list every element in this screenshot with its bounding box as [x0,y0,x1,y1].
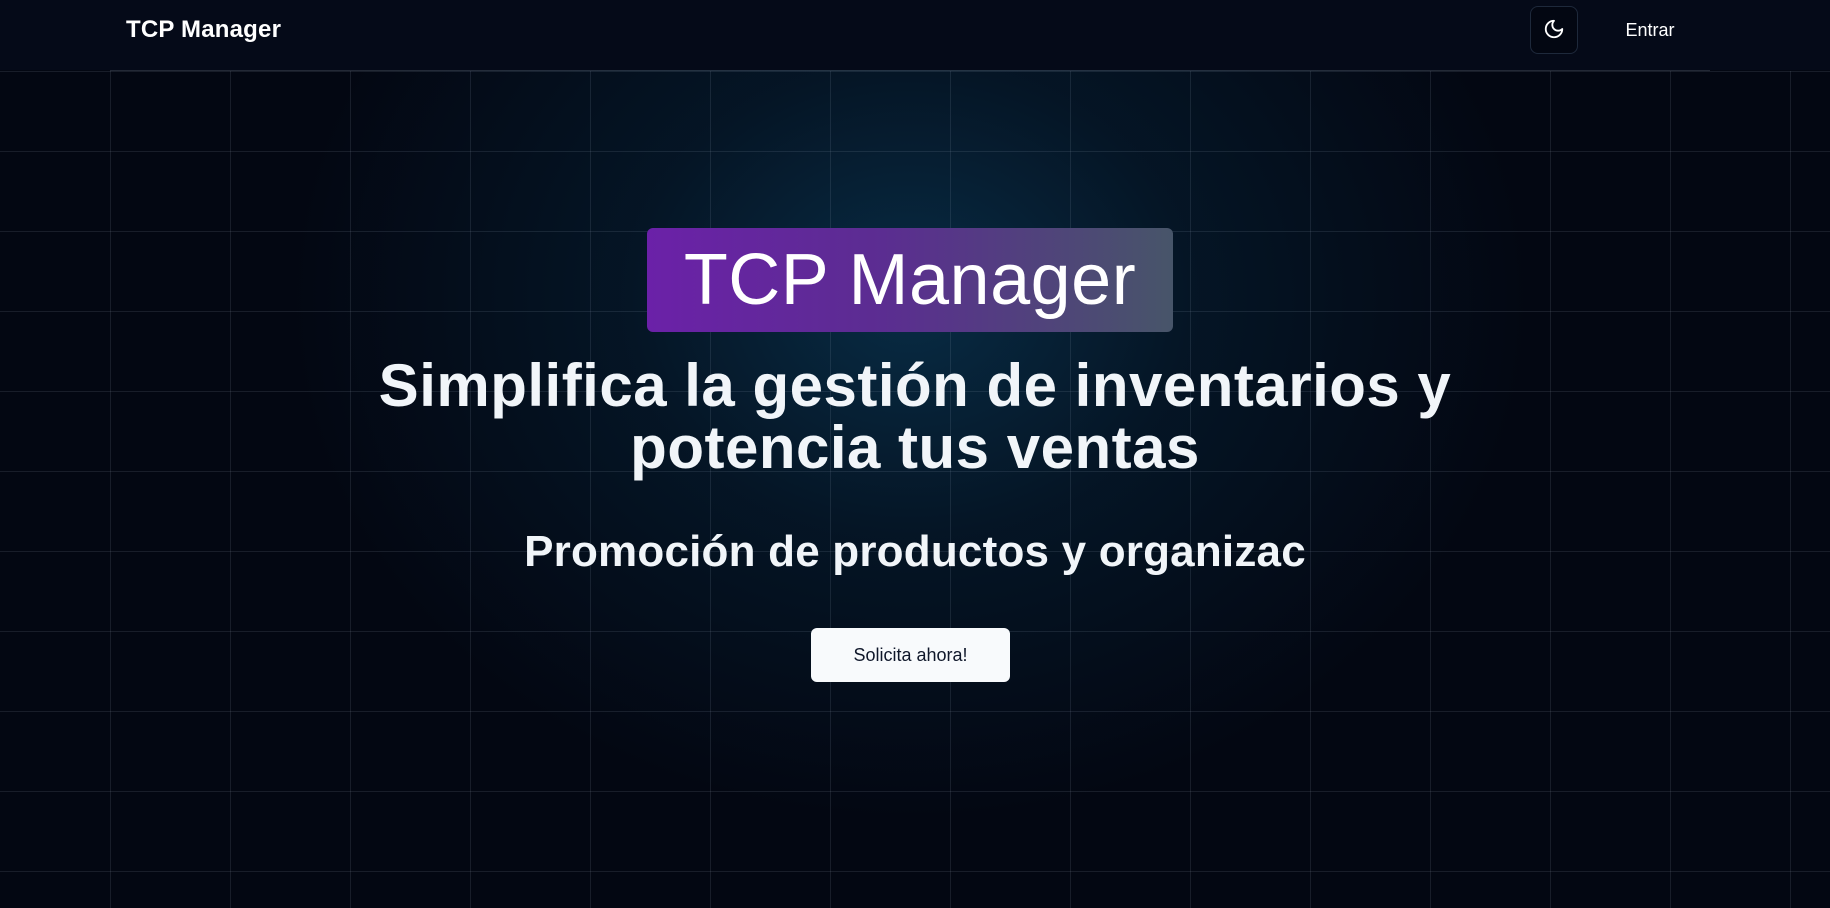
moon-icon [1543,18,1565,43]
top-navbar: TCP Manager Entrar [0,0,1830,70]
brand-logo-text[interactable]: TCP Manager [126,16,281,44]
header-divider [110,70,1710,71]
login-link[interactable]: Entrar [1600,6,1700,54]
hero-badge: TCP Manager [647,228,1173,332]
hero-title: Simplifica la gestión de inventarios y p… [378,352,1452,481]
theme-toggle-button[interactable] [1530,6,1578,54]
landing-page: TCP Manager Entrar TCP Manager Simplific… [0,0,1830,908]
hero-section: TCP Manager Simplifica la gestión de inv… [0,0,1830,908]
hero-subtitle: Promoción de productos y organizac [524,527,1306,576]
cta-request-button[interactable]: Solicita ahora! [811,628,1010,682]
